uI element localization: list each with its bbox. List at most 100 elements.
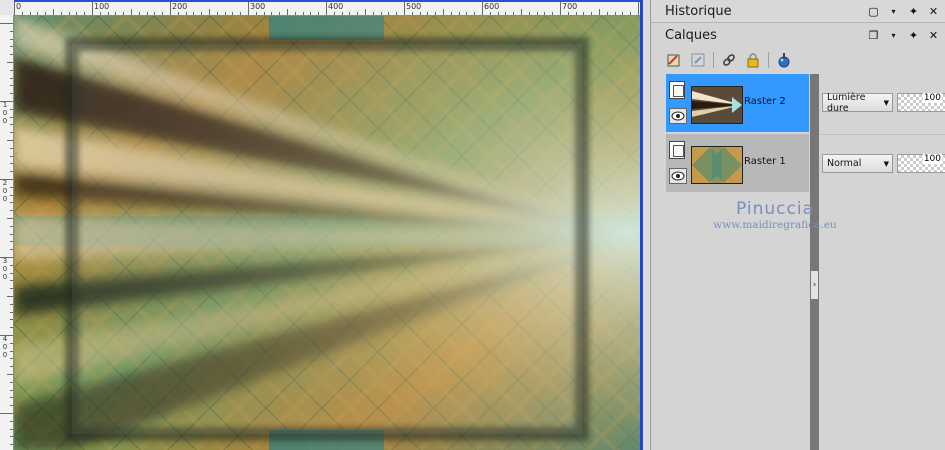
dropdown-arrow-icon[interactable]: ▾	[888, 6, 899, 17]
splitter-arrow-icon[interactable]: ›	[810, 270, 819, 300]
ruler-tick	[10, 428, 13, 430]
pin-icon[interactable]: ✦	[908, 30, 919, 41]
opacity-value: 100	[922, 93, 942, 103]
ruler-tick	[115, 12, 117, 15]
layer-properties-row: Normal ▼ 100	[819, 134, 945, 193]
new-layer-icon[interactable]	[665, 51, 683, 69]
ruler-tick	[10, 405, 13, 407]
blend-mode-select[interactable]: Normal ▼	[822, 154, 893, 173]
ruler-tick	[10, 38, 13, 40]
palettes-panel: Historique ▢ ▾ ✦ ✕ Calques ❐ ▾ ✦ ✕ Raste…	[650, 0, 945, 450]
opacity-value: 100	[922, 154, 942, 164]
eye-icon[interactable]	[669, 168, 687, 184]
history-palette-title-bar[interactable]: Historique ▢ ▾ ✦ ✕	[651, 0, 945, 23]
ruler-label: 3 0 0	[2, 257, 8, 281]
close-icon[interactable]: ✕	[928, 30, 939, 41]
layer-thumbnail	[691, 86, 743, 124]
lock-icon[interactable]	[744, 51, 762, 69]
ruler-tick	[131, 9, 132, 15]
ruler-tick	[326, 2, 327, 15]
ruler-tick	[528, 12, 530, 15]
layer-name: Raster 2	[744, 96, 786, 107]
ruler-tick	[10, 358, 13, 360]
layer-row[interactable]: Raster 1	[666, 134, 809, 192]
layer-group-toggle-icon[interactable]	[669, 81, 685, 99]
ruler-tick	[10, 397, 13, 399]
ruler-tick	[544, 12, 546, 15]
ruler-tick	[552, 12, 554, 15]
ruler-tick	[482, 2, 483, 15]
ruler-tick	[123, 12, 125, 15]
ruler-label: 700	[562, 2, 578, 11]
opacity-field[interactable]: 100	[897, 93, 945, 112]
pin-icon[interactable]: ✦	[908, 6, 919, 17]
ruler-tick	[68, 12, 70, 15]
ruler-tick	[154, 12, 156, 15]
ruler-tick	[10, 342, 13, 344]
eye-icon[interactable]	[669, 108, 687, 124]
dropdown-arrow-icon[interactable]: ▾	[888, 30, 899, 41]
ruler-tick	[365, 9, 366, 15]
ruler-tick	[10, 77, 13, 79]
ruler-tick	[10, 30, 13, 32]
ruler-tick	[10, 233, 13, 235]
ruler-tick	[10, 116, 13, 118]
ruler-label: 2 0 0	[2, 179, 8, 203]
layer-group-toggle-icon[interactable]	[669, 141, 685, 159]
ruler-tick	[10, 311, 13, 313]
ruler-label: 0	[16, 2, 22, 11]
layers-palette-title-bar[interactable]: Calques ❐ ▾ ✦ ✕	[651, 24, 945, 46]
ruler-tick	[474, 12, 476, 15]
mask-icon[interactable]	[689, 51, 707, 69]
layers-toolbar	[665, 50, 793, 70]
ruler-tick	[248, 2, 249, 15]
ruler-tick	[10, 280, 13, 282]
ruler-tick	[318, 12, 320, 15]
ruler-tick	[10, 389, 13, 391]
ruler-tick	[427, 12, 429, 15]
link-icon[interactable]	[720, 51, 738, 69]
ruler-tick	[10, 303, 13, 305]
ruler-tick	[10, 108, 13, 110]
ruler-tick	[76, 12, 78, 15]
ruler-tick	[513, 12, 515, 15]
ruler-tick	[14, 2, 15, 15]
ruler-tick	[10, 264, 13, 266]
ruler-tick	[10, 210, 13, 212]
close-icon[interactable]: ✕	[928, 6, 939, 17]
layer-row[interactable]: Raster 2	[666, 74, 809, 132]
layers-splitter[interactable]	[810, 74, 819, 450]
ruler-tick	[10, 272, 13, 274]
restore-icon[interactable]: ❐	[868, 30, 879, 41]
ruler-label: 200	[172, 2, 188, 11]
ruler-tick	[419, 12, 421, 15]
blend-mode-select[interactable]: Lumière dure ▼	[822, 92, 893, 114]
paint-tool-icon[interactable]	[775, 51, 793, 69]
canvas-area[interactable]: 0 100 200 300 400 500 600 700 1 0 0 2 0 …	[0, 0, 650, 450]
ruler-tick	[146, 12, 148, 15]
ruler-tick	[404, 2, 405, 15]
ruler-tick	[333, 12, 335, 15]
ruler-tick	[45, 12, 47, 15]
ruler-tick	[60, 12, 62, 15]
layers-list: Raster 2 Raster 1	[666, 74, 809, 450]
ruler-tick	[638, 2, 639, 15]
opacity-field[interactable]: 100	[897, 154, 945, 173]
ruler-tick	[622, 12, 624, 15]
maximize-icon[interactable]: ▢	[868, 6, 879, 17]
ruler-tick	[380, 12, 382, 15]
ruler-tick	[567, 12, 569, 15]
ruler-tick	[591, 12, 593, 15]
ruler-tick	[630, 12, 632, 15]
ruler-tick	[458, 12, 460, 15]
ruler-tick	[10, 85, 13, 87]
canvas-artwork	[14, 16, 640, 450]
layer-name: Raster 1	[744, 156, 786, 167]
image-canvas[interactable]	[14, 16, 640, 450]
ruler-tick	[466, 12, 468, 15]
ruler-tick	[10, 171, 13, 173]
ruler-tick	[216, 12, 218, 15]
ruler-tick	[53, 9, 54, 15]
layer-properties-column: Lumière dure ▼ 100 Normal ▼ 100	[819, 74, 945, 450]
canvas-right-edge	[640, 0, 650, 450]
